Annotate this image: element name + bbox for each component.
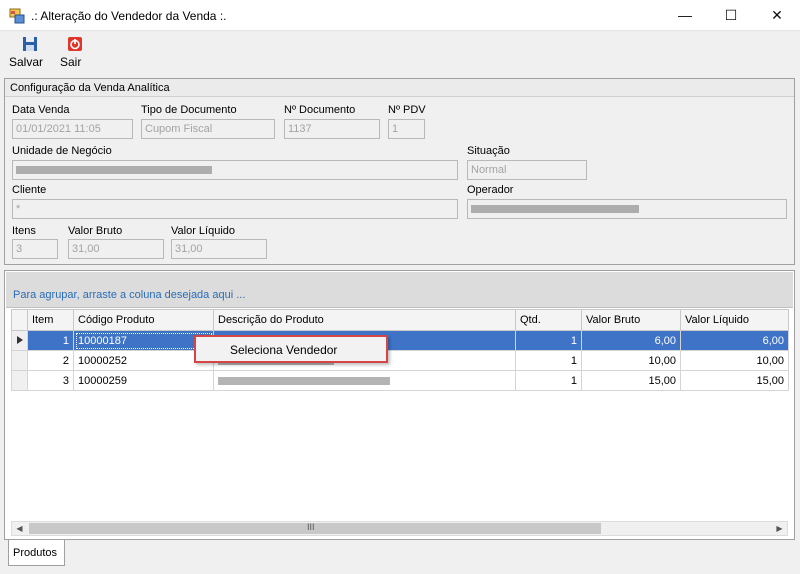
context-menu: Seleciona Vendedor [194, 335, 388, 363]
exit-button[interactable]: Sair [60, 34, 90, 70]
app-icon [9, 8, 25, 24]
valor-liquido-field[interactable]: 31,00 [171, 239, 267, 259]
unidade-negocio-label: Unidade de Negócio [12, 145, 112, 157]
cell-valor-liquido[interactable]: 15,00 [680, 370, 789, 391]
close-button[interactable]: ✕ [754, 0, 800, 31]
tipo-documento-field[interactable]: Cupom Fiscal [141, 119, 275, 139]
cell-qtd[interactable]: 1 [515, 370, 582, 391]
cell-qtd[interactable]: 1 [515, 330, 582, 351]
itens-label: Itens [12, 225, 36, 237]
column-header-item[interactable]: Item [27, 309, 74, 331]
products-table: Item Código Produto Descrição do Produto… [11, 309, 789, 391]
scroll-right-icon[interactable]: ▶ [772, 522, 787, 535]
scroll-left-icon[interactable]: ◀ [12, 522, 27, 535]
exit-label: Sair [60, 55, 82, 69]
redacted-text [471, 205, 639, 214]
maximize-button[interactable]: ☐ [708, 0, 754, 31]
valor-bruto-label: Valor Bruto [68, 225, 123, 237]
horizontal-scrollbar[interactable]: ◀ III ▶ [11, 521, 788, 536]
current-row-arrow-icon [16, 335, 23, 344]
situacao-label: Situação [467, 145, 510, 157]
scrollbar-thumb[interactable]: III [29, 522, 601, 534]
cell-valor-bruto[interactable]: 6,00 [581, 330, 681, 351]
data-venda-field[interactable]: 01/01/2021 11:05 [12, 119, 133, 139]
redacted-text [218, 376, 390, 385]
numero-pdv-field[interactable]: 1 [388, 119, 425, 139]
products-grid-panel: Para agrupar, arraste a coluna desejada … [4, 270, 795, 540]
data-venda-label: Data Venda [12, 104, 70, 116]
valor-bruto-field[interactable]: 31,00 [68, 239, 164, 259]
operador-label: Operador [467, 184, 514, 196]
cell-codigo[interactable]: 10000259 [73, 370, 214, 391]
cliente-field[interactable]: * [12, 199, 458, 219]
group-title: Configuração da Venda Analítica [5, 79, 794, 97]
row-indicator[interactable] [11, 370, 28, 391]
cell-qtd[interactable]: 1 [515, 350, 582, 371]
tipo-documento-label: Tipo de Documento [141, 104, 237, 116]
group-by-area[interactable]: Para agrupar, arraste a coluna desejada … [6, 272, 793, 308]
cell-valor-bruto[interactable]: 10,00 [581, 350, 681, 371]
row-indicator[interactable] [11, 330, 28, 351]
sale-config-group: Configuração da Venda Analítica Data Ven… [4, 78, 795, 265]
cell-codigo[interactable]: 10000187 [73, 330, 214, 351]
tab-bar: Produtos [4, 540, 795, 568]
row-indicator-header [11, 309, 28, 331]
save-button[interactable]: Salvar [9, 34, 51, 70]
cell-valor-liquido[interactable]: 10,00 [680, 350, 789, 371]
table-header-row: Item Código Produto Descrição do Produto… [11, 309, 789, 331]
cliente-label: Cliente [12, 184, 47, 196]
toolbar: Salvar Sair [0, 31, 800, 73]
cell-valor-liquido[interactable]: 6,00 [680, 330, 789, 351]
cell-item[interactable]: 2 [27, 350, 74, 371]
tab-produtos[interactable]: Produtos [8, 540, 65, 566]
column-header-descricao[interactable]: Descrição do Produto [213, 309, 516, 331]
column-header-valor-liquido[interactable]: Valor Líquido [680, 309, 789, 331]
row-indicator[interactable] [11, 350, 28, 371]
window-title: .: Alteração do Vendedor da Venda :. [31, 9, 227, 23]
menu-item-seleciona-vendedor[interactable]: Seleciona Vendedor [230, 343, 337, 357]
unidade-negocio-field[interactable] [12, 160, 458, 180]
floppy-disk-icon [23, 37, 37, 51]
situacao-field[interactable]: Normal [467, 160, 587, 180]
numero-documento-label: Nº Documento [284, 104, 356, 116]
redacted-text [16, 166, 212, 175]
scroll-grip: III [307, 522, 315, 532]
table-row[interactable]: 3 10000259 1 15,00 15,00 [11, 370, 789, 391]
cell-item[interactable]: 3 [27, 370, 74, 391]
save-label: Salvar [9, 55, 44, 69]
itens-field[interactable]: 3 [12, 239, 58, 259]
table-row[interactable]: 2 10000252 1 10,00 10,00 [11, 350, 789, 371]
operador-field[interactable] [467, 199, 787, 219]
numero-documento-field[interactable]: 1137 [284, 119, 380, 139]
column-header-qtd[interactable]: Qtd. [515, 309, 582, 331]
minimize-button[interactable]: — [662, 0, 708, 31]
numero-pdv-label: Nº PDV [388, 104, 426, 116]
valor-liquido-label: Valor Líquido [171, 225, 236, 237]
table-row[interactable]: 1 10000187 1 6,00 6,00 [11, 330, 789, 351]
cell-valor-bruto[interactable]: 15,00 [581, 370, 681, 391]
power-off-icon [68, 37, 82, 51]
cell-item[interactable]: 1 [27, 330, 74, 351]
title-bar: .: Alteração do Vendedor da Venda :. — ☐… [0, 0, 800, 31]
cell-codigo[interactable]: 10000252 [73, 350, 214, 371]
column-header-valor-bruto[interactable]: Valor Bruto [581, 309, 681, 331]
cell-descricao[interactable] [213, 370, 516, 391]
column-header-codigo[interactable]: Código Produto [73, 309, 214, 331]
